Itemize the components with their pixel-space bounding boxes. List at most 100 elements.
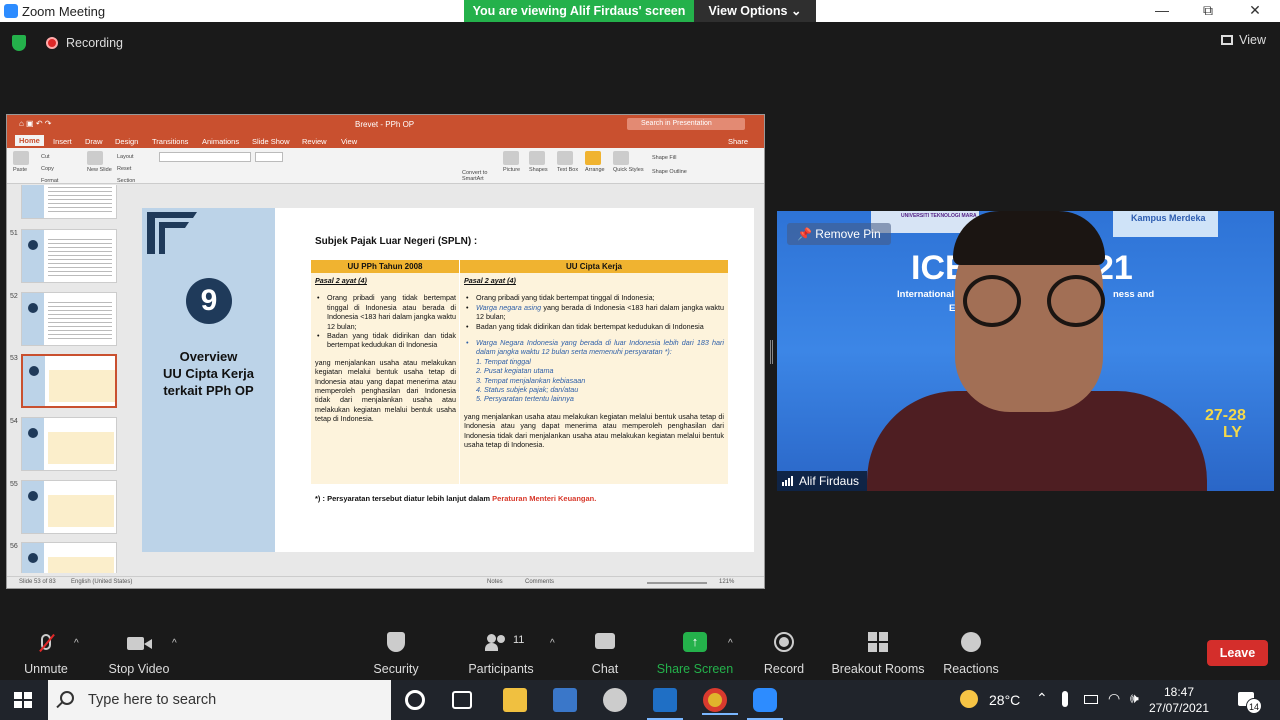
tab-insert[interactable]: Insert	[53, 137, 72, 146]
share-screen-label: Share Screen	[656, 662, 734, 676]
tab-draw[interactable]: Draw	[85, 137, 103, 146]
new-slide-button[interactable]: New Slide	[87, 151, 112, 173]
col2-numbered-item: 2. Pusat kegiatan utama	[476, 366, 554, 376]
taskbar-search-input[interactable]: Type here to search	[48, 680, 391, 720]
slide-thumbnail[interactable]	[21, 185, 117, 219]
audio-options-caret-icon[interactable]: ^	[74, 638, 79, 649]
current-slide[interactable]: 9 Overview UU Cipta Kerja terkait PPh OP…	[142, 208, 754, 552]
mic-tray-icon[interactable]	[1062, 691, 1068, 707]
reactions-button[interactable]: Reactions	[942, 624, 1000, 680]
snipping-tool-icon[interactable]	[603, 688, 627, 712]
ppt-ribbon-tabs: Home Insert Draw Design Transitions Anim…	[7, 134, 764, 148]
search-placeholder: Type here to search	[88, 692, 217, 708]
slide-thumbnail[interactable]	[21, 480, 117, 534]
quick-styles-button[interactable]: Quick Styles	[613, 151, 644, 173]
task-view-icon[interactable]	[452, 691, 472, 709]
volume-icon[interactable]: 🕪	[1130, 690, 1139, 707]
slide-thumbnail-selected[interactable]	[21, 354, 117, 408]
font-name-input[interactable]	[159, 152, 251, 162]
picture-button[interactable]: Picture	[503, 151, 520, 173]
ppt-statusbar: Slide 53 of 83 English (United States) N…	[7, 576, 764, 588]
tab-view[interactable]: View	[341, 137, 357, 146]
layout-button[interactable]: Layout	[117, 151, 135, 163]
recording-label[interactable]: Recording	[66, 36, 123, 50]
video-options-caret-icon[interactable]: ^	[172, 638, 177, 649]
shape-fill-button[interactable]: Shape Fill	[652, 151, 687, 165]
zoom-taskbar-icon[interactable]	[747, 688, 783, 720]
participants-icon: 11	[464, 632, 538, 658]
shapes-button[interactable]: Shapes	[529, 151, 548, 173]
language-indicator[interactable]: English (United States)	[71, 579, 132, 585]
app-icon[interactable]	[553, 688, 577, 712]
slide-thumbnail[interactable]	[21, 417, 117, 471]
share-options-caret-icon[interactable]: ^	[728, 638, 733, 649]
tab-transitions[interactable]: Transitions	[152, 137, 188, 146]
file-explorer-icon[interactable]	[503, 688, 527, 712]
clock-time: 18:47	[1163, 685, 1195, 699]
tab-design[interactable]: Design	[115, 137, 138, 146]
chrome-icon[interactable]	[702, 688, 738, 715]
leave-button[interactable]: Leave	[1207, 640, 1268, 666]
remove-pin-button[interactable]: 📌 Remove Pin	[787, 223, 891, 245]
close-button[interactable]: ✕	[1245, 2, 1265, 19]
temperature[interactable]: 28°C	[989, 692, 1020, 708]
paste-button[interactable]: Paste	[13, 151, 29, 173]
arrange-button[interactable]: Arrange	[585, 151, 605, 173]
tab-slideshow[interactable]: Slide Show	[252, 137, 290, 146]
cut-button[interactable]: Cut	[41, 151, 58, 163]
tab-animations[interactable]: Animations	[202, 137, 239, 146]
slide-thumbnail[interactable]	[21, 292, 117, 346]
slide-thumbnail[interactable]	[21, 542, 117, 573]
copy-button[interactable]: Copy	[41, 163, 58, 175]
convert-smartart-button[interactable]: Convert to SmartArt	[462, 170, 498, 182]
zoom-level[interactable]: 121%	[719, 579, 734, 585]
col2-bullet: Badan yang tidak didirikan dan tidak ber…	[464, 322, 724, 332]
view-button[interactable]: View	[1221, 33, 1266, 47]
participants-caret-icon[interactable]: ^	[550, 638, 555, 649]
chat-button[interactable]: Chat	[585, 624, 625, 680]
font-size-input[interactable]	[255, 152, 283, 162]
restore-button[interactable]: ⧉	[1198, 2, 1218, 19]
thumb-number: 54	[10, 418, 18, 425]
record-button[interactable]: Record	[760, 624, 808, 680]
slide-thumbnail[interactable]	[21, 229, 117, 283]
shape-outline-button[interactable]: Shape Outline	[652, 165, 687, 179]
windows-start-icon[interactable]	[14, 692, 32, 708]
weather-moon-icon[interactable]	[960, 690, 978, 708]
breakout-rooms-button[interactable]: Breakout Rooms	[830, 624, 926, 680]
reset-button[interactable]: Reset	[117, 163, 135, 175]
col1-bullet: Orang pribadi yang tidak bertempat tingg…	[315, 293, 456, 331]
tab-home[interactable]: Home	[15, 135, 44, 146]
security-button[interactable]: Security	[368, 624, 424, 680]
bg-kampus-merdeka: Kampus Merdeka	[1113, 211, 1218, 237]
minimize-button[interactable]: —	[1152, 2, 1172, 18]
outlook-icon[interactable]	[647, 688, 683, 720]
ppt-search-input[interactable]: Search in Presentation	[627, 118, 745, 130]
tray-chevron-icon[interactable]: ⌃	[1036, 690, 1048, 707]
col1-pasal: Pasal 2 ayat (4)	[315, 276, 367, 285]
share-screen-button[interactable]: ↑ Share Screen	[656, 624, 734, 680]
cortana-icon[interactable]	[405, 690, 425, 710]
pin-icon: 📌	[797, 227, 816, 241]
ppt-share-button[interactable]: Share	[728, 137, 748, 146]
comments-button[interactable]: Comments	[525, 579, 554, 585]
security-shield-icon[interactable]	[12, 35, 26, 51]
notes-button[interactable]: Notes	[487, 579, 503, 585]
text-box-button[interactable]: Text Box	[557, 151, 578, 173]
thumb-number: 51	[10, 230, 18, 237]
stop-video-button[interactable]: Stop Video	[104, 624, 174, 680]
unmute-button[interactable]: Unmute	[18, 624, 74, 680]
col2-bullet: Orang pribadi yang tidak bertempat tingg…	[464, 293, 724, 303]
zoom-slider[interactable]	[647, 582, 707, 584]
taskbar-clock[interactable]: 18:47 27/07/2021	[1140, 684, 1218, 716]
col2-numbered-item: 4. Status subjek pajak; dan/atau	[476, 385, 579, 395]
speaker-video[interactable]: UNIVERSITI TEKNOLOGI MARA Kampus Merdeka…	[777, 211, 1274, 491]
panel-resize-handle[interactable]	[770, 340, 773, 364]
wifi-icon[interactable]: ◠	[1108, 690, 1120, 707]
participants-button[interactable]: 11 Participants	[464, 624, 538, 680]
thumb-sidebar	[22, 293, 44, 345]
tab-review[interactable]: Review	[302, 137, 327, 146]
bg-intl2-text: ness and	[1113, 289, 1155, 300]
view-options-button[interactable]: View Options ⌄	[694, 0, 816, 22]
battery-icon[interactable]	[1084, 695, 1098, 704]
